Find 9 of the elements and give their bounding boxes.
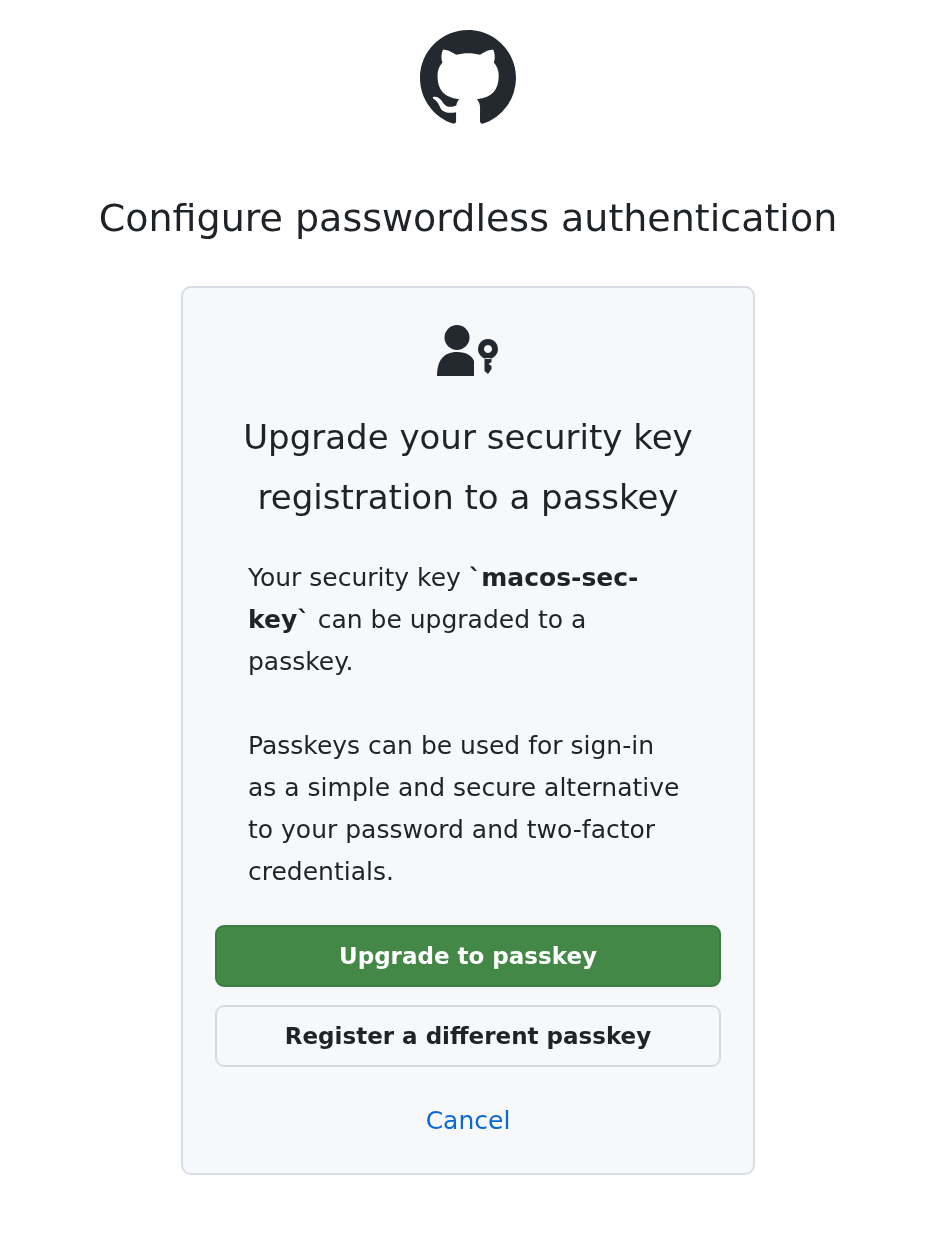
- page-title: Configure passwordless authentication: [98, 195, 838, 242]
- card-heading: Upgrade your security key registration to a passkey: [242, 416, 694, 519]
- cancel-link[interactable]: Cancel: [425, 1103, 511, 1139]
- upgrade-button[interactable]: Upgrade to passkey: [215, 925, 721, 987]
- description-text: Passkeys can be used for sign-in as a simple and secure alternative to your password and two-factor credentials.: [248, 730, 681, 888]
- description-text: Your security key `macos-sec-key` can be upgraded to a passkey.: [248, 562, 640, 678]
- cat-logo-icon: [420, 30, 516, 126]
- person-key-icon: [437, 325, 499, 376]
- register-button[interactable]: Register a different passkey: [215, 1005, 721, 1067]
